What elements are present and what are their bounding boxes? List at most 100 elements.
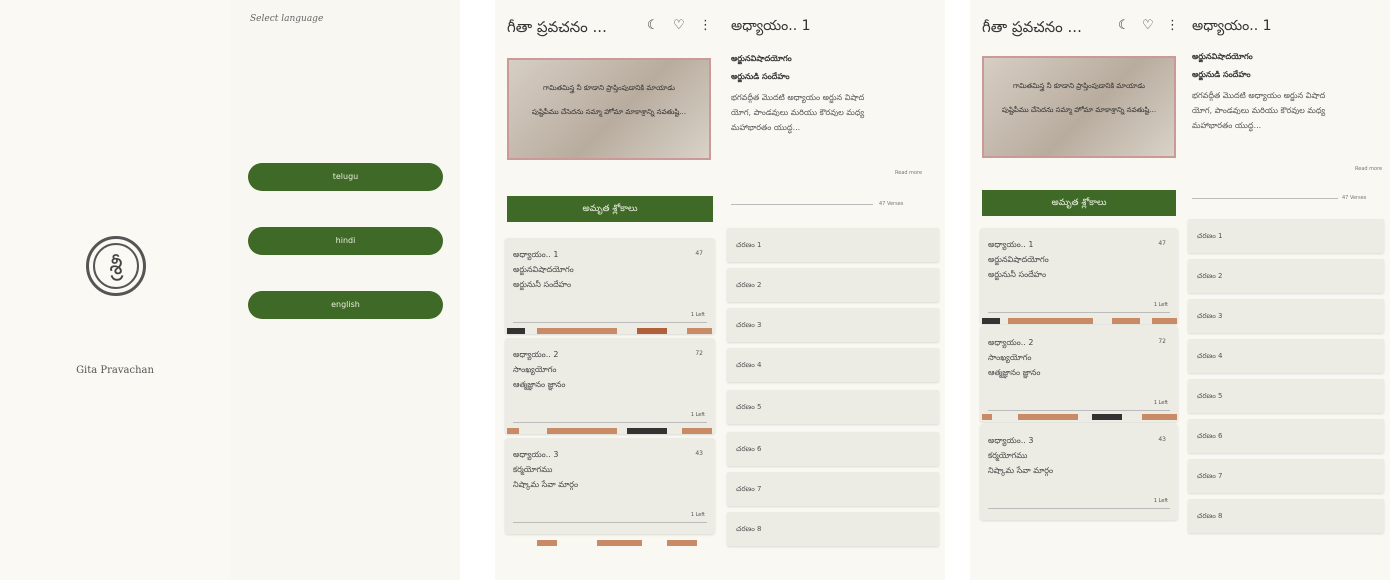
verse-item[interactable]: చరణం 8 [1188, 499, 1384, 533]
verse-item[interactable]: చరణం 2 [727, 268, 939, 302]
verse-item[interactable]: చరణం 2 [1188, 259, 1384, 293]
read-slokas-button[interactable]: అమృత శ్లోకాలు [507, 196, 713, 222]
chapter-card[interactable]: అధ్యాయం.. 1 అర్జునవిషాదయోగం అర్జునునీ సం… [980, 228, 1178, 324]
chapter-desc: అర్జునునీ సందేహం [988, 270, 1047, 279]
chapter-verse-count: 72 [1158, 338, 1166, 345]
chapter-name: సాంఖ్యయోగం [513, 365, 557, 374]
verse-item[interactable]: చరణం 8 [727, 512, 939, 546]
chapter-progress-label: 1 Left [690, 512, 705, 518]
sri-logo-icon: శ్రీ [86, 236, 146, 296]
hero-banner: గామితమిస్త్ర నీ కూడాని ప్రాప్తింపుడానికి… [507, 58, 711, 160]
heart-icon[interactable]: ♡ [1142, 18, 1154, 33]
chapter-label: అధ్యాయం.. 3 [513, 450, 559, 459]
chapter-progress-label: 1 Left [690, 312, 705, 318]
chapter-verse-count: 47 [1158, 240, 1166, 247]
divider [513, 522, 707, 523]
chapter-verse-count: 72 [695, 350, 703, 357]
chapter-desc: నిష్కామ సేవా మార్గం [513, 480, 579, 489]
hero-banner: గామితమిస్త్ర నీ కూడాని ప్రాప్తింపుడానికి… [982, 56, 1176, 158]
chapter-name: కర్మయోగము [513, 465, 553, 474]
language-screen: Select language telugu hindi english [230, 0, 460, 580]
read-slokas-button[interactable]: అమృత శ్లోకాలు [982, 190, 1176, 216]
verse-item[interactable]: చరణం 4 [1188, 339, 1384, 373]
chapter-desc: అర్జునునీ సందేహం [513, 280, 572, 289]
select-language-title: Select language [250, 14, 324, 24]
hindi-button[interactable]: hindi [248, 227, 443, 255]
chapter-label: అధ్యాయం.. 1 [513, 250, 559, 259]
decor-strip [507, 428, 712, 434]
chapter-subtitle: అర్జునుడి సందేహం [1192, 70, 1251, 79]
verse-item[interactable]: చరణం 6 [1188, 419, 1384, 453]
chapter-summary-2: యోగ, పాండవులు మరియు కౌరవుల మధ్య [1192, 106, 1326, 115]
moon-icon[interactable]: ☾ [647, 18, 659, 33]
divider [988, 508, 1170, 509]
hero-line-2: పుష్టిపీము చేసెదను సమ్మా హోమా మాకాశ్రాన్… [1001, 106, 1157, 114]
divider [988, 312, 1170, 313]
chapter-progress-label: 1 Left [1153, 400, 1168, 406]
chapter-verse-count: 43 [695, 450, 703, 457]
app-name: Gita Pravachan [76, 365, 154, 376]
decor-strip [982, 318, 1177, 324]
moon-icon[interactable]: ☾ [1118, 18, 1130, 33]
divider [1192, 198, 1338, 199]
chapter-card[interactable]: అధ్యాయం.. 3 కర్మయోగము నిష్కామ సేవా మార్గ… [505, 438, 715, 534]
chapter-card[interactable]: అధ్యాయం.. 2 సాంఖ్యయోగం ఆత్మజ్ఞానం జ్ఞానం… [980, 326, 1178, 422]
chapter-desc: నిష్కామ సేవా మార్గం [988, 466, 1054, 475]
main-screen-b: గీతా ప్రవచనం ... ☾ ♡ ⋮ గామితమిస్త్ర నీ క… [970, 0, 1390, 580]
verse-count-label: 47 Verses [1342, 195, 1367, 201]
chapter-name: సాంఖ్యయోగం [988, 353, 1032, 362]
chapter-name: కర్మయోగము [988, 451, 1028, 460]
main-screen-a: గీతా ప్రవచనం ... ☾ ♡ ⋮ గామితమిస్త్ర నీ క… [495, 0, 945, 580]
divider [988, 410, 1170, 411]
app-title: గీతా ప్రవచనం ... [982, 18, 1082, 36]
chapter-yoga-name: అర్జునవిషాదయోగం [1192, 52, 1253, 61]
chapter-name: అర్జునవిషాదయోగం [513, 265, 574, 274]
chapter-label: అధ్యాయం.. 1 [988, 240, 1034, 249]
heart-icon[interactable]: ♡ [673, 18, 685, 33]
logo-glyph: శ్రీ [109, 252, 123, 280]
more-icon[interactable]: ⋮ [1166, 18, 1179, 33]
hero-line-2: పుష్టిపీము చేసెదను సమ్మా హోమా మాకాశ్రాన్… [531, 108, 687, 116]
verse-item[interactable]: చరణం 1 [1188, 219, 1384, 253]
chapter-desc: ఆత్మజ్ఞానం జ్ఞానం [513, 380, 566, 389]
english-button[interactable]: english [248, 291, 443, 319]
chapter-summary-3: మహాభారతం యుద్ధ... [731, 123, 801, 132]
read-more-link[interactable]: Read more [1355, 166, 1382, 172]
chapter-card[interactable]: అధ్యాయం.. 2 సాంఖ్యయోగం ఆత్మజ్ఞానం జ్ఞానం… [505, 338, 715, 434]
chapter-progress-label: 1 Left [1153, 302, 1168, 308]
divider [513, 422, 707, 423]
chapter-card[interactable]: అధ్యాయం.. 3 కర్మయోగము నిష్కామ సేవా మార్గ… [980, 424, 1178, 520]
verse-item[interactable]: చరణం 4 [727, 348, 939, 382]
chapter-name: అర్జునవిషాదయోగం [988, 255, 1049, 264]
chapter-label: అధ్యాయం.. 2 [513, 350, 559, 359]
verse-item[interactable]: చరణం 6 [727, 432, 939, 466]
chapter-verse-count: 43 [1158, 436, 1166, 443]
chapter-progress-label: 1 Left [690, 412, 705, 418]
chapter-subtitle: అర్జునుడి సందేహం [731, 72, 790, 81]
verse-count-label: 47 Verses [879, 201, 904, 207]
decor-strip [982, 414, 1177, 420]
splash-screen: శ్రీ Gita Pravachan [0, 0, 230, 580]
chapter-summary-3: మహాభారతం యుద్ధ... [1192, 121, 1262, 130]
verse-item[interactable]: చరణం 7 [727, 472, 939, 506]
hero-line-1: గామితమిస్త్ర నీ కూడాని ప్రాప్తింపుడానికి… [1013, 82, 1145, 90]
chapter-progress-label: 1 Left [1153, 498, 1168, 504]
chapter-detail-title: అధ్యాయం.. 1 [1192, 18, 1272, 34]
more-icon[interactable]: ⋮ [699, 18, 712, 33]
app-title: గీతా ప్రవచనం ... [507, 18, 607, 36]
read-more-link[interactable]: Read more [895, 170, 922, 176]
telugu-button[interactable]: telugu [248, 163, 443, 191]
divider [513, 322, 707, 323]
chapter-card[interactable]: అధ్యాయం.. 1 అర్జునవిషాదయోగం అర్జునునీ సం… [505, 238, 715, 334]
chapter-detail-title: అధ్యాయం.. 1 [731, 18, 811, 34]
verse-item[interactable]: చరణం 5 [727, 390, 939, 424]
verse-item[interactable]: చరణం 1 [727, 228, 939, 262]
verse-item[interactable]: చరణం 7 [1188, 459, 1384, 493]
chapter-summary-1: భగవద్గీత మొదటి అధ్యాయం అర్జున విషాద [731, 93, 865, 102]
verse-item[interactable]: చరణం 3 [1188, 299, 1384, 333]
decor-strip [507, 540, 712, 546]
verse-item[interactable]: చరణం 3 [727, 308, 939, 342]
chapter-yoga-name: అర్జునవిషాదయోగం [731, 54, 792, 63]
hero-line-1: గామితమిస్త్ర నీ కూడాని ప్రాప్తింపుడానికి… [543, 84, 675, 92]
verse-item[interactable]: చరణం 5 [1188, 379, 1384, 413]
